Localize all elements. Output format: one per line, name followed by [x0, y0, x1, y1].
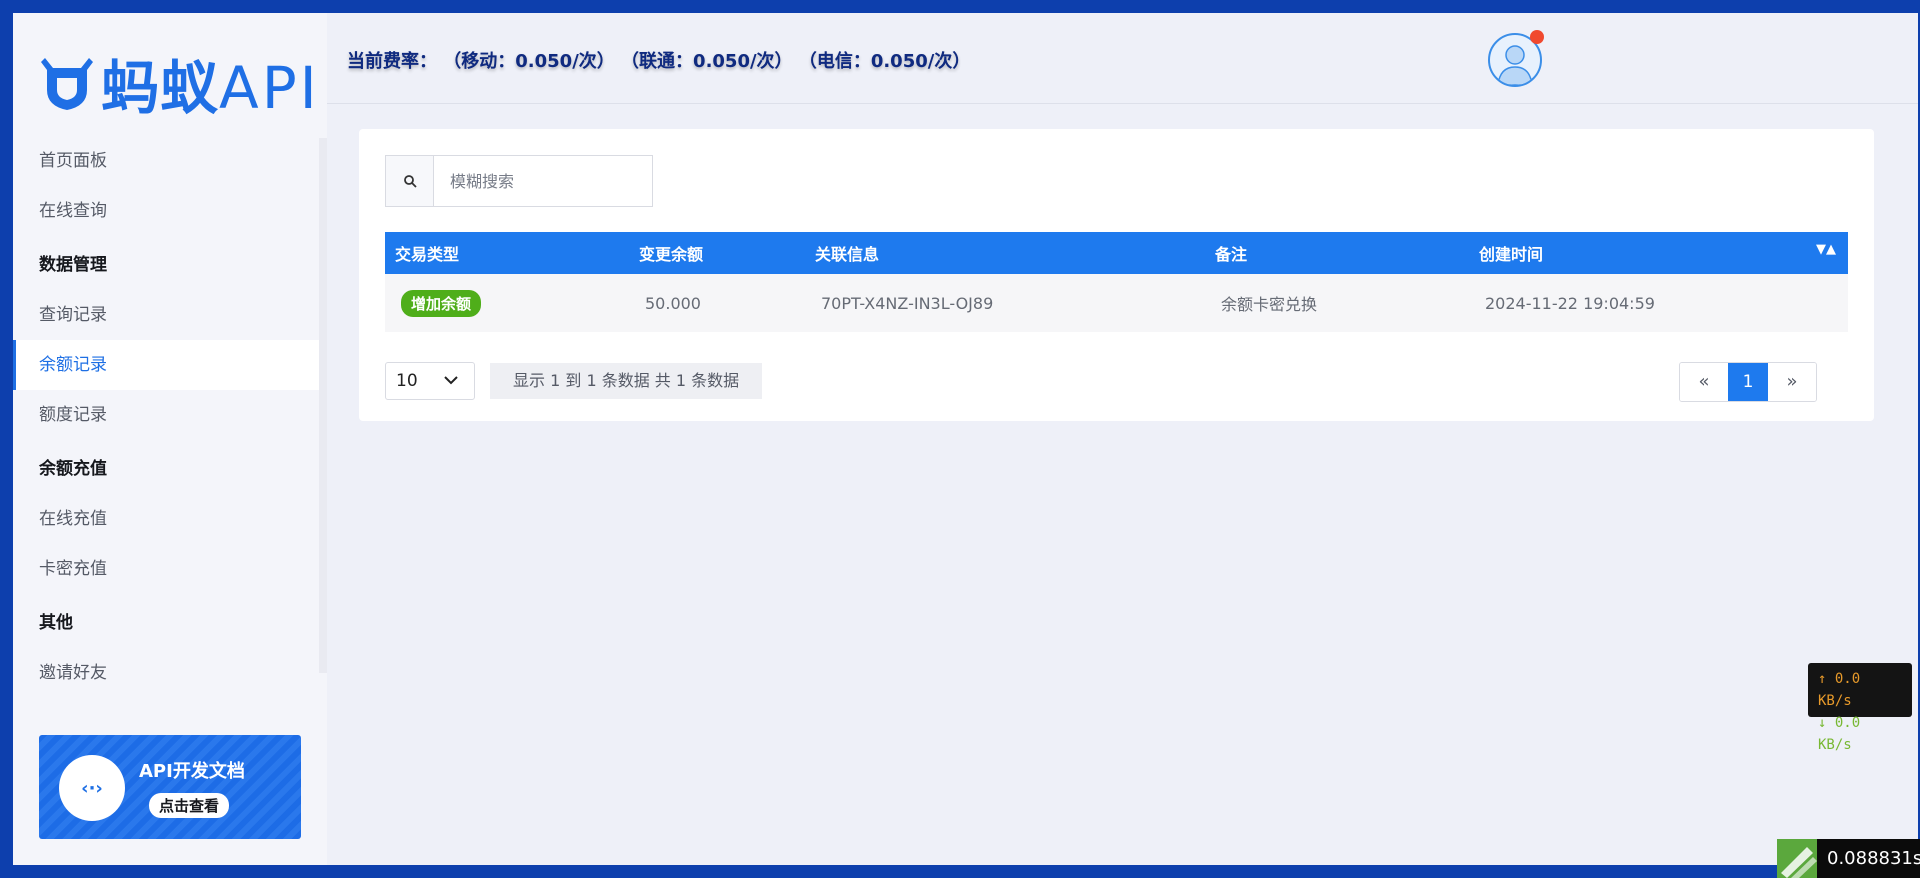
type-badge: 增加余额 [401, 289, 482, 317]
notification-dot [1530, 30, 1544, 44]
sidebar-item[interactable]: 查询记录 [13, 290, 327, 340]
sidebar-scrollbar[interactable] [319, 138, 327, 673]
sidebar-item[interactable]: 首页面板 [13, 136, 327, 186]
cell-ref: 70PT-X4NZ-IN3L-OJ89 [821, 293, 994, 313]
sidebar-group-label: 数据管理 [39, 255, 107, 275]
page-size-value: 10 [396, 371, 418, 391]
table-header: 交易类型 变更余额 关联信息 备注 创建时间 ▼▲ [385, 232, 1848, 274]
column-header-type[interactable]: 交易类型 [385, 241, 629, 265]
sidebar-group-label: 其他 [39, 613, 73, 633]
sidebar-item[interactable]: 余额记录 [13, 340, 327, 390]
timer-logo-icon [1777, 839, 1817, 878]
sidebar-item[interactable]: 卡密充值 [13, 544, 327, 594]
download-speed: ↓ 0.0 KB/s [1818, 715, 1861, 753]
column-header-ref[interactable]: 关联信息 [805, 241, 1205, 265]
timer-value: 0.088831s [1817, 839, 1920, 878]
current-rate: 当前费率： （移动：0.050/次） （联通：0.050/次） （电信：0.05… [347, 51, 971, 72]
page-button-current[interactable]: 1 [1728, 363, 1768, 401]
pagination: « 1 » [1679, 362, 1817, 402]
column-header-note[interactable]: 备注 [1205, 241, 1469, 265]
sidebar-menu: 首页面板 在线查询数据管理查询记录 余额记录 额度记录余额充值在线充值 卡密充值其他邀请… [13, 136, 327, 698]
cell-note: 余额卡密兑换 [1221, 295, 1318, 314]
search-box [385, 155, 653, 207]
content-card: 交易类型 变更余额 关联信息 备注 创建时间 ▼▲ 增加余额 50.000 70… [359, 129, 1874, 421]
upload-speed: ↑ 0.0 KB/s [1818, 671, 1861, 709]
cell-type: 增加余额 [385, 289, 629, 317]
cell-created: 2024-11-22 19:04:59 [1485, 293, 1655, 313]
api-doc-title: API开发文档 [139, 761, 245, 782]
sidebar-group-label: 余额充值 [39, 459, 107, 479]
page-size-select[interactable]: 10 [385, 362, 475, 400]
api-doc-card[interactable]: ‹·› API开发文档 点击查看 [39, 735, 301, 839]
column-header-created[interactable]: 创建时间 [1469, 241, 1848, 265]
search-icon[interactable] [386, 156, 434, 206]
sidebar-item[interactable]: 在线查询 [13, 186, 327, 236]
sort-icon[interactable]: ▼▲ [1816, 242, 1836, 257]
chevron-down-icon [444, 376, 458, 385]
sidebar: 蚂蚁API 首页面板 在线查询数据管理查询记录 余额记录 额度记录余额充值在线充值 卡密… [13, 13, 327, 865]
ant-logo-icon [39, 54, 95, 112]
logo[interactable]: 蚂蚁API [39, 43, 320, 123]
prev-page-button[interactable]: « [1680, 363, 1728, 401]
network-speed-widget[interactable]: ↑ 0.0 KB/s ↓ 0.0 KB/s [1808, 663, 1912, 753]
header: 当前费率： （移动：0.050/次） （联通：0.050/次） （电信：0.05… [327, 13, 1918, 104]
sidebar-item[interactable]: 邀请好友 [13, 648, 327, 698]
load-timer: 0.088831s [1777, 839, 1920, 878]
cell-amount: 50.000 [645, 293, 701, 313]
sidebar-item[interactable]: 在线充值 [13, 494, 327, 544]
search-input[interactable] [434, 156, 652, 206]
next-page-button[interactable]: » [1768, 363, 1816, 401]
code-icon: ‹·› [59, 755, 125, 821]
view-doc-button[interactable]: 点击查看 [149, 793, 230, 818]
column-header-amount[interactable]: 变更余额 [629, 241, 805, 265]
pagination-info: 显示 1 到 1 条数据 共 1 条数据 [490, 363, 763, 399]
balance-table: 交易类型 变更余额 关联信息 备注 创建时间 ▼▲ 增加余额 50.000 70… [385, 232, 1848, 332]
sidebar-item[interactable]: 额度记录 [13, 390, 327, 440]
app-frame: 蚂蚁API 首页面板 在线查询数据管理查询记录 余额记录 额度记录余额充值在线充值 卡密… [13, 13, 1918, 865]
table-row[interactable]: 增加余额 50.000 70PT-X4NZ-IN3L-OJ89 余额卡密兑换 2… [385, 274, 1848, 332]
logo-text: 蚂蚁API [101, 54, 320, 122]
